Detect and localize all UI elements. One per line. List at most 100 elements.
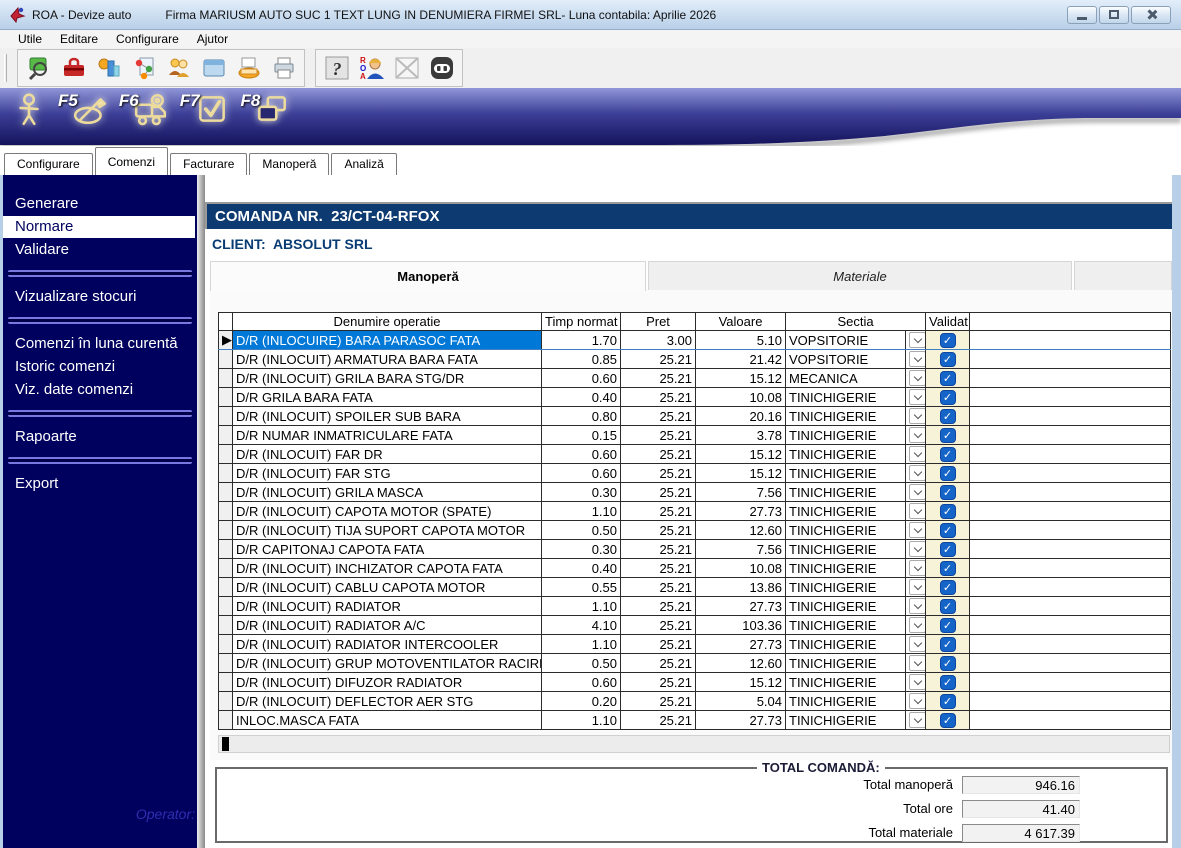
pret-cell[interactable]: 25.21 xyxy=(621,540,696,559)
operation-name-cell[interactable]: D/R (INLOCUIT) RADIATOR A/C xyxy=(233,616,542,635)
users-icon[interactable] xyxy=(161,51,196,85)
sidebar-item-comenzi-in-luna-curenta[interactable]: Comenzi în luna curentă xyxy=(3,333,197,355)
pret-cell[interactable]: 3.00 xyxy=(621,331,696,350)
timp-normat-cell[interactable]: 0.30 xyxy=(542,483,621,502)
timp-normat-cell[interactable]: 0.85 xyxy=(542,350,621,369)
table-row[interactable]: D/R (INLOCUIT) RADIATOR1.1025.2127.73TIN… xyxy=(219,597,1171,616)
sectia-dropdown-button[interactable] xyxy=(909,408,926,424)
validat-checkbox[interactable]: ✓ xyxy=(940,599,956,614)
sidebar-item-istoric-comenzi[interactable]: Istoric comenzi xyxy=(3,356,197,378)
validat-checkbox[interactable]: ✓ xyxy=(940,713,956,728)
sectia-cell[interactable]: TINICHIGERIE xyxy=(786,445,906,464)
valoare-cell[interactable]: 15.12 xyxy=(696,673,786,692)
menu-item-editare[interactable]: Editare xyxy=(51,32,107,46)
valoare-cell[interactable]: 15.12 xyxy=(696,369,786,388)
valoare-cell[interactable]: 15.12 xyxy=(696,464,786,483)
pret-cell[interactable]: 25.21 xyxy=(621,388,696,407)
menu-item-ajutor[interactable]: Ajutor xyxy=(188,32,237,46)
link-nodes-icon[interactable] xyxy=(126,51,161,85)
robot-icon[interactable] xyxy=(424,51,459,85)
sidebar-item-normare[interactable]: Normare xyxy=(3,216,195,238)
sidebar-item-export[interactable]: Export xyxy=(3,473,197,495)
scrollbar-thumb[interactable] xyxy=(222,737,229,751)
validat-checkbox[interactable]: ✓ xyxy=(940,523,956,538)
operation-name-cell[interactable]: D/R (INLOCUIT) SPOILER SUB BARA xyxy=(233,407,542,426)
table-row[interactable]: D/R (INLOCUIT) FAR DR0.6025.2115.12TINIC… xyxy=(219,445,1171,464)
validat-checkbox[interactable]: ✓ xyxy=(940,371,956,386)
validat-checkbox[interactable]: ✓ xyxy=(940,390,956,405)
print-queue-icon[interactable] xyxy=(231,51,266,85)
table-row[interactable]: D/R (INLOCUIT) DIFUZOR RADIATOR0.6025.21… xyxy=(219,673,1171,692)
timp-normat-cell[interactable]: 1.10 xyxy=(542,635,621,654)
timp-normat-cell[interactable]: 0.50 xyxy=(542,521,621,540)
sidebar-item-rapoarte[interactable]: Rapoarte xyxy=(3,426,197,448)
sectia-dropdown-button[interactable] xyxy=(909,712,926,728)
timp-normat-cell[interactable]: 1.10 xyxy=(542,502,621,521)
printer-icon[interactable] xyxy=(266,51,301,85)
sectia-dropdown-button[interactable] xyxy=(909,484,926,500)
table-row[interactable]: D/R (INLOCUIT) CAPOTA MOTOR (SPATE)1.102… xyxy=(219,502,1171,521)
timp-normat-cell[interactable]: 0.60 xyxy=(542,445,621,464)
valoare-cell[interactable]: 27.73 xyxy=(696,711,786,730)
validat-checkbox[interactable]: ✓ xyxy=(940,485,956,500)
table-row[interactable]: D/R (INLOCUIT) TIJA SUPORT CAPOTA MOTOR0… xyxy=(219,521,1171,540)
valoare-cell[interactable]: 13.86 xyxy=(696,578,786,597)
sectia-dropdown-button[interactable] xyxy=(909,370,926,386)
timp-normat-cell[interactable]: 1.10 xyxy=(542,597,621,616)
help-icon[interactable]: ? xyxy=(319,51,354,85)
valoare-cell[interactable]: 10.08 xyxy=(696,559,786,578)
timp-normat-cell[interactable]: 0.15 xyxy=(542,426,621,445)
validat-checkbox[interactable]: ✓ xyxy=(940,504,956,519)
valoare-cell[interactable]: 27.73 xyxy=(696,597,786,616)
tab-analiza[interactable]: Analiză xyxy=(331,153,396,175)
validat-checkbox[interactable]: ✓ xyxy=(940,580,956,595)
valoare-cell[interactable]: 21.42 xyxy=(696,350,786,369)
f6-button[interactable]: F6 xyxy=(119,91,170,130)
pret-cell[interactable]: 25.21 xyxy=(621,502,696,521)
timp-normat-cell[interactable]: 0.60 xyxy=(542,673,621,692)
sectia-cell[interactable]: MECANICA xyxy=(786,369,906,388)
menu-item-utile[interactable]: Utile xyxy=(9,32,51,46)
table-row[interactable]: D/R (INLOCUIT) GRILA MASCA0.3025.217.56T… xyxy=(219,483,1171,502)
validat-checkbox[interactable]: ✓ xyxy=(940,352,956,367)
sidebar-item-validare[interactable]: Validare xyxy=(3,239,197,261)
operation-name-cell[interactable]: D/R (INLOCUIT) RADIATOR INTERCOOLER xyxy=(233,635,542,654)
operation-name-cell[interactable]: D/R (INLOCUIT) GRILA BARA STG/DR xyxy=(233,369,542,388)
detail-tab-materiale[interactable]: Materiale xyxy=(648,261,1072,291)
operation-name-cell[interactable]: D/R (INLOCUIT) GRILA MASCA xyxy=(233,483,542,502)
table-row[interactable]: D/R (INLOCUIT) CABLU CAPOTA MOTOR0.5525.… xyxy=(219,578,1171,597)
table-row[interactable]: ▶D/R (INLOCUIRE) BARA PARASOC FATA1.703.… xyxy=(219,331,1171,350)
toolbox-icon[interactable] xyxy=(56,51,91,85)
search-device-icon[interactable] xyxy=(21,51,56,85)
table-row[interactable]: D/R (INLOCUIT) RADIATOR INTERCOOLER1.102… xyxy=(219,635,1171,654)
sectia-dropdown-button[interactable] xyxy=(909,579,926,595)
table-row[interactable]: D/R (INLOCUIT) INCHIZATOR CAPOTA FATA0.4… xyxy=(219,559,1171,578)
sectia-cell[interactable]: TINICHIGERIE xyxy=(786,711,906,730)
operation-name-cell[interactable]: D/R NUMAR INMATRICULARE FATA xyxy=(233,426,542,445)
sectia-dropdown-button[interactable] xyxy=(909,446,926,462)
pret-cell[interactable]: 25.21 xyxy=(621,483,696,502)
table-row[interactable]: D/R NUMAR INMATRICULARE FATA0.1525.213.7… xyxy=(219,426,1171,445)
valoare-cell[interactable]: 12.60 xyxy=(696,654,786,673)
maximize-button[interactable] xyxy=(1099,6,1129,24)
validat-checkbox[interactable]: ✓ xyxy=(940,428,956,443)
operation-name-cell[interactable]: D/R (INLOCUIT) DEFLECTOR AER STG xyxy=(233,692,542,711)
sidebar-item-generare[interactable]: Generare xyxy=(3,193,197,215)
sectia-cell[interactable]: VOPSITORIE xyxy=(786,331,906,350)
sectia-cell[interactable]: TINICHIGERIE xyxy=(786,483,906,502)
operation-name-cell[interactable]: D/R (INLOCUIT) CAPOTA MOTOR (SPATE) xyxy=(233,502,542,521)
sectia-dropdown-button[interactable] xyxy=(909,427,926,443)
close-button[interactable] xyxy=(1131,6,1171,24)
timp-normat-cell[interactable]: 0.30 xyxy=(542,540,621,559)
timp-normat-cell[interactable]: 4.10 xyxy=(542,616,621,635)
operation-name-cell[interactable]: D/R (INLOCUIT) DIFUZOR RADIATOR xyxy=(233,673,542,692)
grid-horizontal-scrollbar[interactable] xyxy=(218,735,1170,753)
table-row[interactable]: D/R (INLOCUIT) GRUP MOTOVENTILATOR RACIR… xyxy=(219,654,1171,673)
window-icon[interactable] xyxy=(196,51,231,85)
sectia-dropdown-button[interactable] xyxy=(909,332,926,348)
menu-item-configurare[interactable]: Configurare xyxy=(107,32,188,46)
sectia-cell[interactable]: TINICHIGERIE xyxy=(786,654,906,673)
valoare-cell[interactable]: 3.78 xyxy=(696,426,786,445)
timp-normat-cell[interactable]: 1.70 xyxy=(542,331,621,350)
validat-checkbox[interactable]: ✓ xyxy=(940,542,956,557)
